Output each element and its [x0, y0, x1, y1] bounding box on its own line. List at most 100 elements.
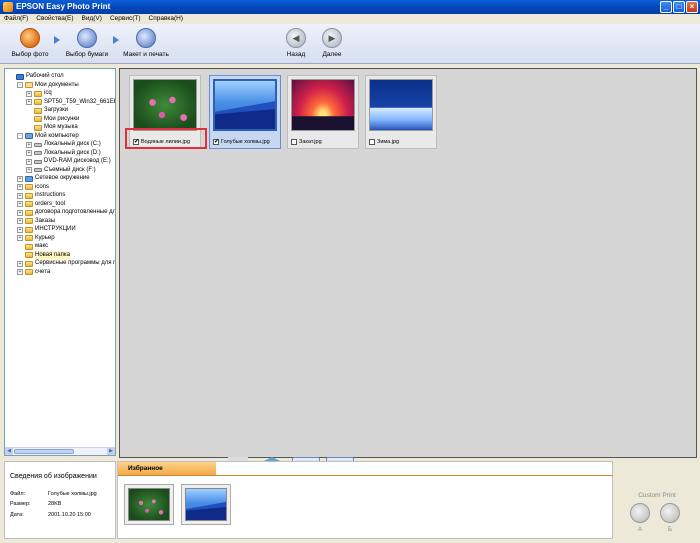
custom-print-label: Custom Print: [638, 492, 676, 499]
back-arrow-icon: ◀: [286, 28, 306, 48]
sunset-image: [291, 79, 355, 131]
photo-checkbox[interactable]: ✔: [213, 138, 219, 145]
layout-icon: [136, 28, 156, 48]
select-photo-label: Выбор фото: [11, 51, 49, 58]
window-controls: _ □ ×: [660, 1, 698, 13]
expand-icon[interactable]: +: [17, 192, 23, 199]
folder-icon: [25, 209, 33, 216]
next-button[interactable]: ▶ Далее: [320, 28, 344, 58]
disk-icon: [34, 168, 42, 172]
water-lilies-image: [133, 79, 197, 131]
photo-icon: [20, 28, 40, 48]
layout-print-button[interactable]: Макет и печать: [122, 28, 170, 58]
maximize-button[interactable]: □: [673, 1, 685, 13]
folder-icon: [25, 269, 33, 275]
expand-icon[interactable]: +: [17, 218, 23, 224]
favorites-divider: [216, 475, 613, 476]
info-file-value: Голубые холмы.jpg: [48, 491, 97, 497]
favorites-panel: Избранное: [117, 461, 613, 539]
highlight-annotation: [125, 128, 207, 149]
folder-icon: [25, 184, 33, 190]
minimize-button[interactable]: _: [660, 1, 672, 13]
menu-properties[interactable]: Свойства(E): [32, 14, 77, 24]
tree-item-label: счета: [35, 268, 51, 275]
back-button[interactable]: ◀ Назад: [284, 28, 308, 58]
expand-icon[interactable]: +: [17, 201, 23, 207]
pc-icon: [25, 133, 33, 139]
image-info-panel: Сведения об изображении Файл: Голубые хо…: [4, 461, 116, 539]
expand-icon[interactable]: +: [26, 141, 32, 148]
expand-icon[interactable]: +: [17, 260, 23, 267]
custom-print-b-label: Б: [668, 527, 672, 533]
menu-view[interactable]: Вид(V): [78, 14, 106, 24]
folder-tree[interactable]: Рабочий стол - Мои документы + icq + SPT50_T59…: [4, 68, 116, 456]
select-paper-button[interactable]: Выбор бумаги: [64, 28, 110, 58]
select-photo-button[interactable]: Выбор фото: [10, 28, 50, 58]
folder-icon: [25, 243, 33, 250]
info-date-label: Дата:: [10, 512, 24, 518]
folder-icon: [25, 201, 33, 207]
close-button[interactable]: ×: [686, 1, 698, 13]
favorite-thumbnail[interactable]: [124, 484, 174, 525]
menu-file[interactable]: Файл(F): [0, 14, 32, 24]
menu-help[interactable]: Справка(H): [145, 14, 188, 24]
photo-checkbox[interactable]: [291, 138, 297, 145]
expand-icon[interactable]: +: [17, 269, 23, 275]
folder-icon: [25, 235, 33, 241]
expand-icon[interactable]: +: [17, 235, 23, 241]
expand-icon[interactable]: +: [26, 99, 32, 105]
photo-thumbnail[interactable]: Зима.jpg: [365, 75, 437, 149]
collapse-icon[interactable]: -: [17, 82, 23, 88]
desktop-icon: [16, 73, 24, 80]
disk-icon: [34, 142, 42, 147]
docs-icon: [25, 82, 33, 88]
expand-icon[interactable]: +: [26, 167, 32, 173]
folder-icon: [25, 226, 33, 233]
info-size-row: Размер: 28KB: [10, 501, 61, 507]
folder-icon: [34, 124, 42, 131]
next-arrow-icon: ▶: [322, 28, 342, 48]
info-date-row: Дата: 2001.10.20 15:00: [10, 512, 91, 518]
custom-print-a-button[interactable]: [630, 503, 650, 523]
folder-icon: [34, 99, 42, 105]
toolbar: Выбор фото Выбор бумаги Макет и печать ◀…: [0, 24, 700, 64]
info-size-label: Размер:: [10, 501, 31, 507]
favorite-thumbnail[interactable]: [181, 484, 231, 525]
scroll-right-icon[interactable]: ▶: [107, 448, 115, 455]
scroll-thumb[interactable]: [14, 449, 74, 454]
photo-thumbnail[interactable]: Закат.jpg: [287, 75, 359, 149]
photo-filename: Голубые холмы.jpg: [221, 138, 270, 145]
expand-icon[interactable]: +: [17, 226, 23, 233]
photo-filename: Закат.jpg: [299, 138, 322, 145]
custom-print-a-label: A: [637, 527, 642, 533]
layout-print-label: Макет и печать: [123, 51, 169, 58]
tree-horizontal-scrollbar[interactable]: ◀ ▶: [5, 447, 115, 455]
expand-icon[interactable]: +: [26, 150, 32, 156]
blue-hills-image: [185, 488, 227, 521]
expand-icon[interactable]: +: [17, 175, 23, 182]
step-arrow-icon: [54, 36, 60, 44]
collapse-icon[interactable]: -: [17, 133, 23, 139]
expand-icon[interactable]: +: [17, 184, 23, 190]
folder-icon: [25, 218, 33, 224]
custom-print-b-button[interactable]: [660, 503, 680, 523]
menu-tools[interactable]: Сервис(T): [106, 14, 145, 24]
expand-icon[interactable]: +: [26, 90, 32, 97]
favorites-tab[interactable]: Избранное: [118, 462, 216, 476]
scroll-left-icon[interactable]: ◀: [5, 448, 13, 455]
menu-bar: Файл(F) Свойства(E) Вид(V) Сервис(T) Спр…: [0, 14, 700, 24]
info-file-label: Файл:: [10, 491, 26, 497]
photo-checkbox[interactable]: [369, 138, 375, 145]
folder-icon: [34, 107, 42, 114]
blue-hills-image: [213, 79, 277, 131]
custom-print-panel: Custom Print A Б: [617, 461, 697, 539]
photo-thumbnail[interactable]: ✔ Голубые холмы.jpg: [209, 75, 281, 149]
tree-item[interactable]: + счета: [17, 268, 50, 277]
back-label: Назад: [286, 51, 306, 58]
title-bar: EPSON Easy Photo Print _ □ ×: [0, 0, 700, 14]
step-arrow-icon: [113, 36, 119, 44]
expand-icon[interactable]: +: [26, 158, 32, 165]
folder-icon: [25, 260, 33, 267]
expand-icon[interactable]: +: [17, 209, 23, 216]
disk-icon: [34, 151, 42, 155]
